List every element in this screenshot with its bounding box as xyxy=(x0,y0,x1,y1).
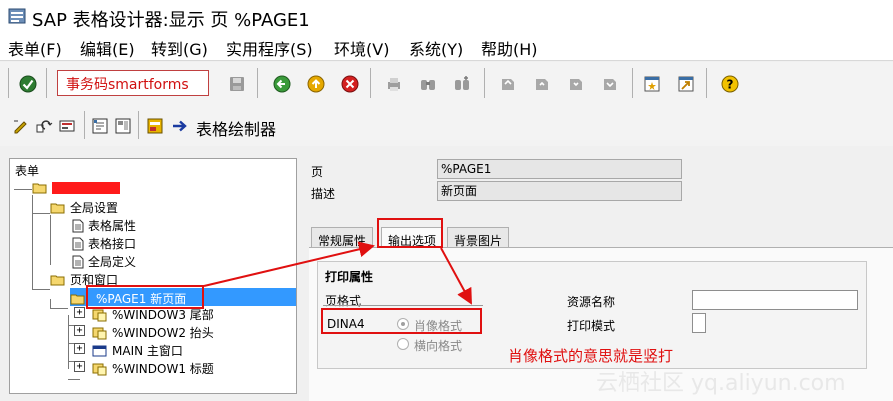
watermark-text: 云栖社区 yq.aliyun.com xyxy=(596,371,846,396)
arrow-to-format xyxy=(440,247,472,305)
arrow-to-tab xyxy=(203,241,375,287)
annotation-arrows xyxy=(203,241,472,305)
